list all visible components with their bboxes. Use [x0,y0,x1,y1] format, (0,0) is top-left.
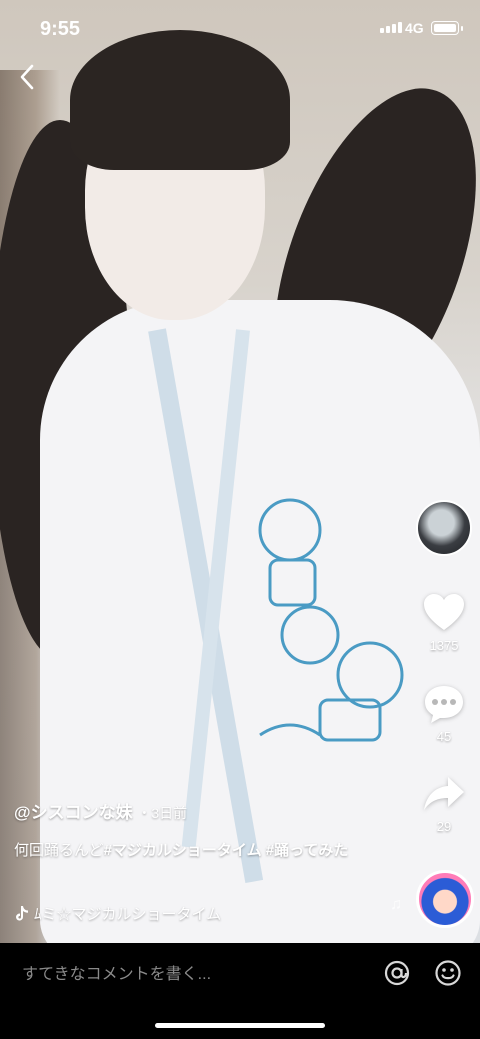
comment-button[interactable]: 45 [416,683,472,744]
mention-at-icon[interactable] [382,958,412,988]
network-type: 4G [405,20,424,36]
status-bar: 9:55 4G [0,0,480,54]
battery-icon [431,21,463,35]
username[interactable]: @シスコンな妹 [14,803,133,822]
post-separator: ・ [137,805,152,821]
home-indicator[interactable] [155,1023,325,1028]
music-info[interactable]: ﾑミ☆マジカルショータイム [14,903,221,924]
share-arrow-icon [424,777,464,810]
cellular-signal-icon [380,22,402,33]
heart-icon [424,594,464,630]
music-disc[interactable] [416,870,474,928]
status-time: 9:55 [40,18,81,40]
music-title: ﾑミ☆マジカルショータイム [34,906,222,923]
like-button[interactable]: 1375 [416,592,472,653]
post-caption: 何回踊るんど#マジカルショータイム #踊ってみた [14,834,384,868]
hashtag-link[interactable]: #踊ってみた [266,842,349,859]
share-count: 29 [436,819,452,834]
hashtag-link[interactable]: #マジカルショータイム [104,842,262,859]
tiktok-note-icon [16,905,28,921]
comment-bubble-icon [425,686,463,723]
post-username-line: @シスコンな妹 ・3日前 [14,798,187,823]
comment-input[interactable]: すてきなコメントを書く... [22,960,211,984]
like-count: 1375 [429,638,459,653]
video-subject-shirt-print [258,498,404,742]
post-time-ago: 3日前 [151,805,188,821]
emoji-icon[interactable] [433,958,463,988]
creator-avatar[interactable] [416,500,472,556]
caption-text: 何回踊るんど [14,842,104,859]
music-note-icon: ♫ [390,896,402,913]
comment-count: 45 [436,729,452,744]
share-button[interactable]: 29 [416,775,472,834]
back-chevron-icon[interactable] [14,60,42,94]
